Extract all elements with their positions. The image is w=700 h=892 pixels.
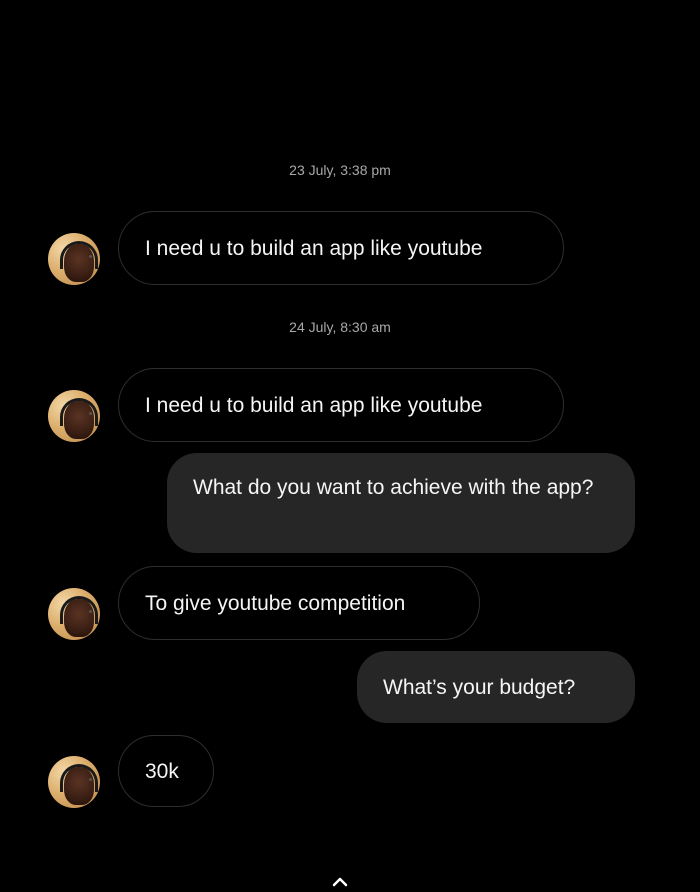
avatar-dot bbox=[89, 778, 92, 781]
avatar-dot bbox=[89, 610, 92, 613]
timestamp: 23 July, 3:38 pm bbox=[289, 162, 391, 178]
contact-avatar[interactable] bbox=[48, 390, 100, 442]
outgoing-message-bubble[interactable]: What’s your budget? bbox=[357, 651, 635, 723]
incoming-message-bubble[interactable]: I need u to build an app like youtube bbox=[118, 368, 564, 442]
message-text: To give youtube competition bbox=[145, 591, 406, 615]
incoming-message-bubble[interactable]: To give youtube competition bbox=[118, 566, 480, 640]
avatar-face bbox=[64, 767, 94, 805]
avatar-face bbox=[64, 244, 94, 282]
avatar-face bbox=[64, 401, 94, 439]
avatar-face bbox=[64, 599, 94, 637]
chevron-up-icon[interactable] bbox=[330, 872, 350, 892]
contact-avatar[interactable] bbox=[48, 588, 100, 640]
contact-avatar[interactable] bbox=[48, 756, 100, 808]
incoming-message-bubble[interactable]: I need u to build an app like youtube bbox=[118, 211, 564, 285]
message-text: 30k bbox=[145, 759, 179, 783]
message-text: I need u to build an app like youtube bbox=[145, 236, 483, 260]
outgoing-message-bubble[interactable]: What do you want to achieve with the app… bbox=[167, 453, 635, 553]
message-text: What do you want to achieve with the app… bbox=[193, 476, 594, 499]
contact-avatar[interactable] bbox=[48, 233, 100, 285]
timestamp: 24 July, 8:30 am bbox=[289, 319, 391, 335]
avatar-dot bbox=[89, 255, 92, 258]
incoming-message-bubble[interactable]: 30k bbox=[118, 735, 214, 807]
avatar-dot bbox=[89, 412, 92, 415]
message-text: I need u to build an app like youtube bbox=[145, 393, 483, 417]
message-text: What’s your budget? bbox=[383, 675, 576, 699]
